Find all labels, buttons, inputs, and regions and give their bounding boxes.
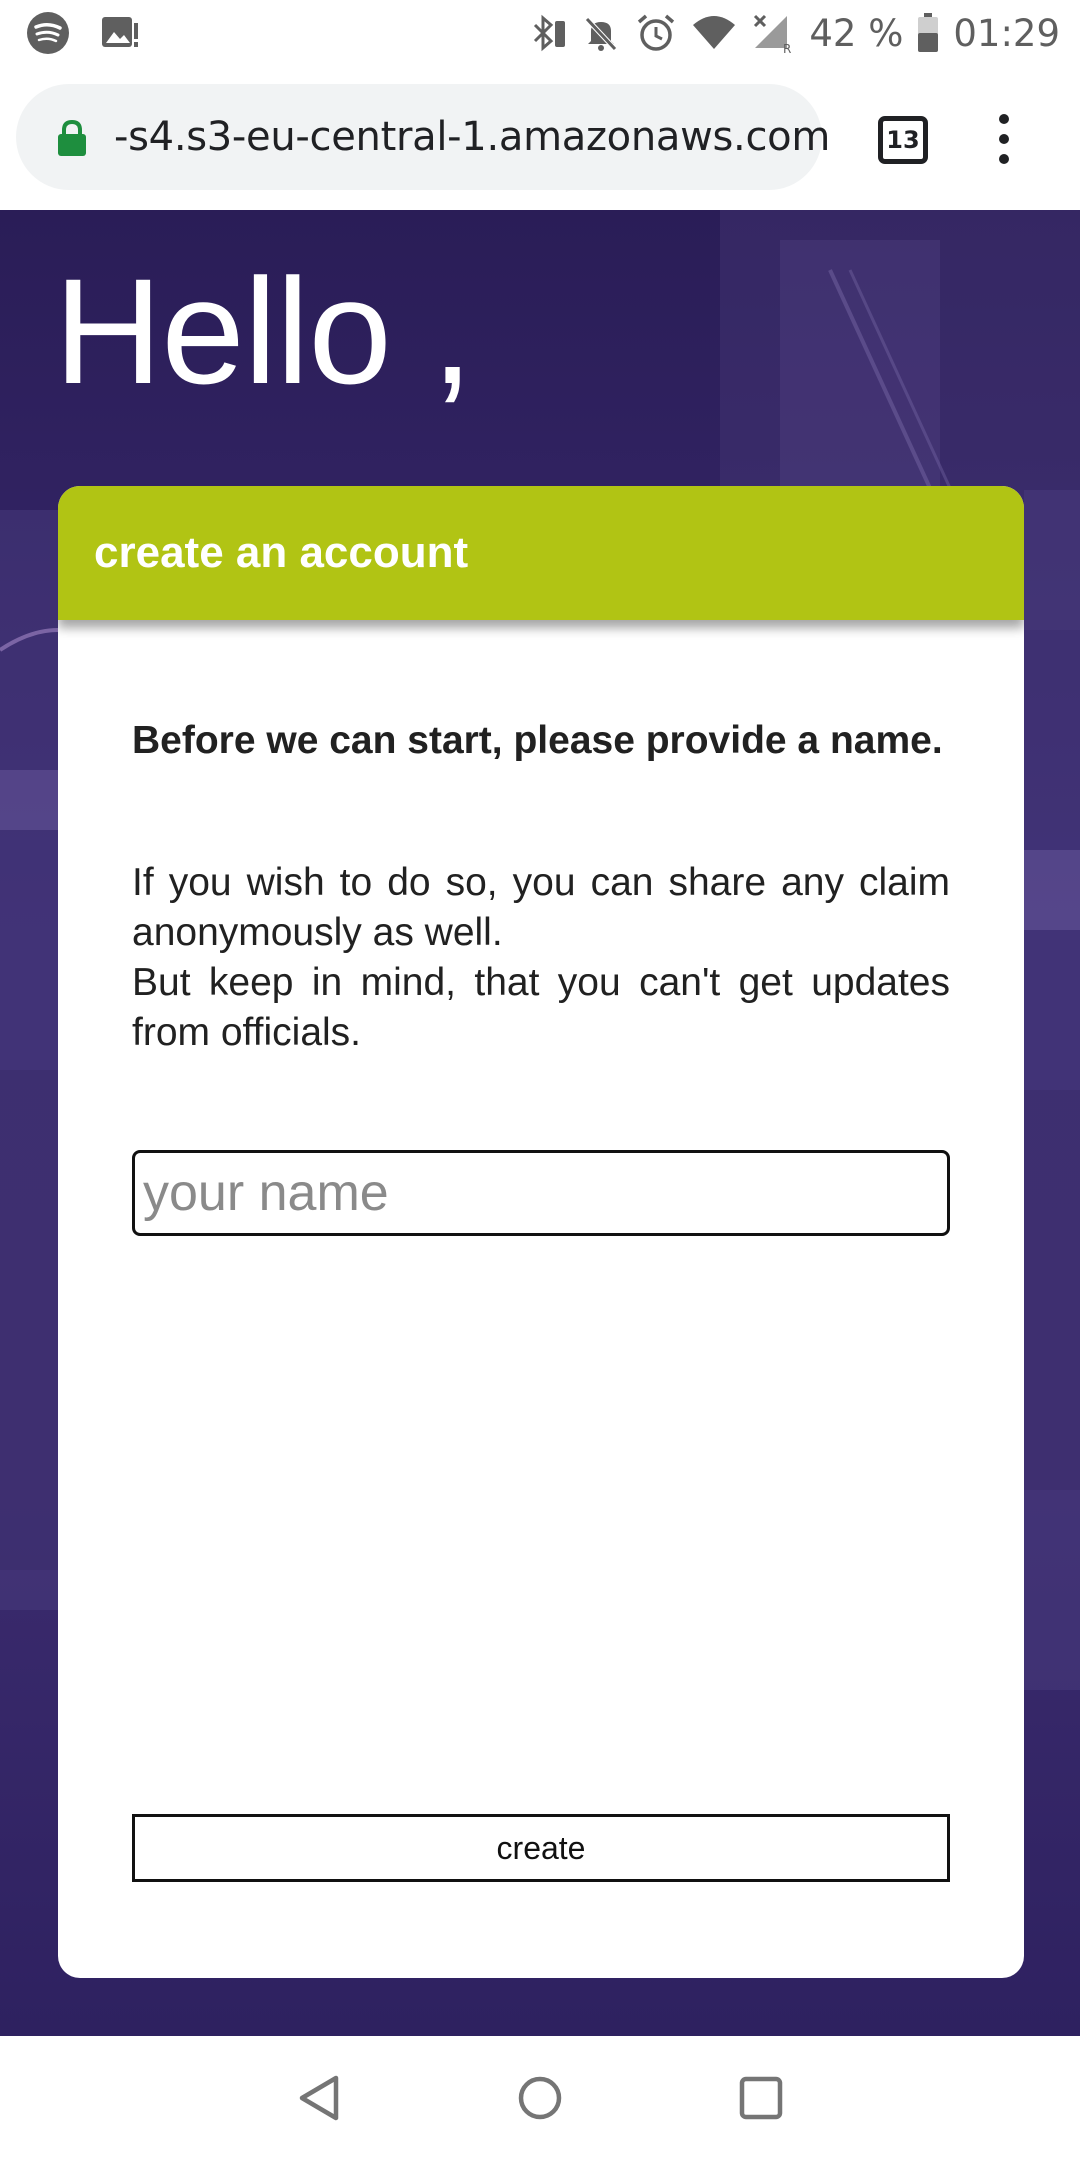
- image-notification-icon: [100, 15, 140, 55]
- battery-icon: [917, 13, 939, 53]
- navigation-bar: [0, 2036, 1080, 2160]
- svg-text:R: R: [783, 42, 791, 54]
- page-greeting: Hello ,: [54, 247, 473, 415]
- home-icon[interactable]: [516, 2074, 564, 2127]
- mute-icon: [581, 13, 621, 53]
- back-icon[interactable]: [296, 2074, 342, 2127]
- page-viewport: Hello , create an account Before we can …: [0, 210, 1080, 2036]
- recents-icon[interactable]: [738, 2074, 784, 2127]
- create-button[interactable]: create: [132, 1814, 950, 1882]
- bluetooth-icon: [527, 13, 567, 53]
- alarm-icon: [635, 12, 677, 54]
- card-header: create an account: [58, 486, 1024, 620]
- name-input[interactable]: [132, 1150, 950, 1236]
- info-text: If you wish to do so, you can share any …: [132, 858, 950, 1058]
- wifi-icon: [691, 13, 737, 53]
- browser-toolbar: -s4.s3-eu-central-1.amazonaws.com 13: [0, 66, 1080, 210]
- spotify-icon: [26, 11, 70, 59]
- tab-switcher-button[interactable]: 13: [878, 116, 928, 164]
- lock-icon[interactable]: [56, 119, 88, 162]
- signal-icon: R: [751, 12, 795, 54]
- address-bar[interactable]: -s4.s3-eu-central-1.amazonaws.com: [16, 84, 830, 190]
- url-text[interactable]: -s4.s3-eu-central-1.amazonaws.com: [114, 84, 830, 190]
- intro-text: Before we can start, please provide a na…: [132, 719, 943, 762]
- account-card: create an account Before we can start, p…: [58, 486, 1024, 1978]
- browser-menu-icon[interactable]: [994, 114, 1014, 164]
- info-anonymous-text: If you wish to do so, you can share any …: [132, 861, 950, 954]
- info-updates-text: But keep in mind, that you can't get upd…: [132, 961, 950, 1054]
- battery-percent: 42 %: [809, 11, 904, 55]
- card-title: create an account: [94, 528, 469, 577]
- clock-time: 01:29: [953, 11, 1060, 55]
- status-bar: R 42 % 01:29: [0, 0, 1080, 66]
